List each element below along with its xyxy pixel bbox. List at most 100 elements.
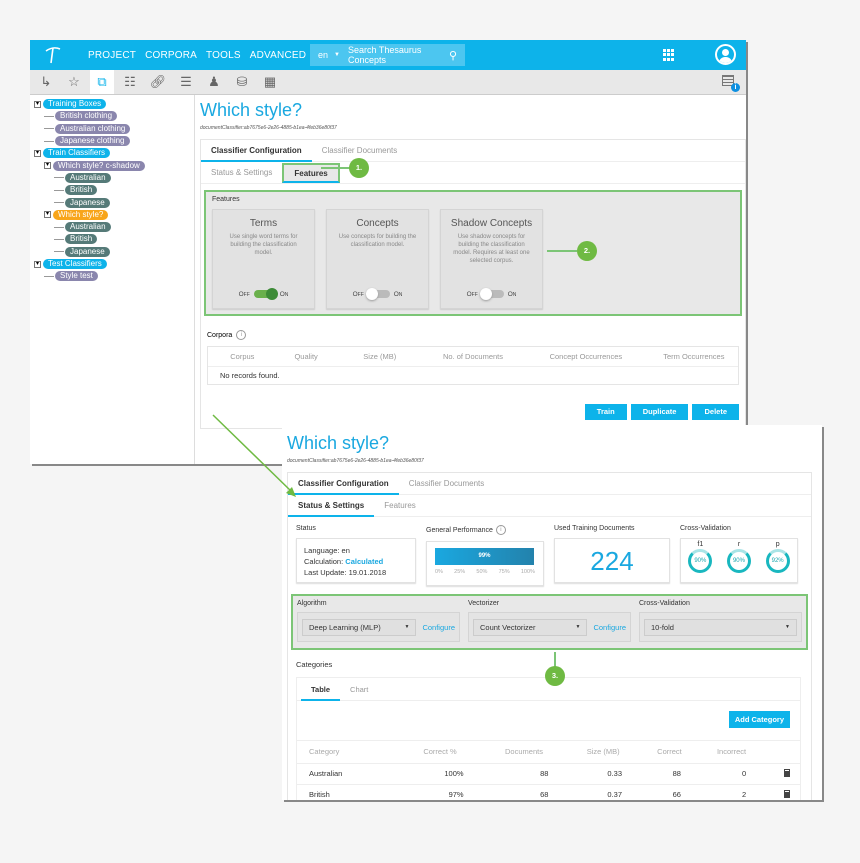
search-input[interactable]: Search Thesaurus Concepts	[348, 45, 449, 65]
tree-node[interactable]: British	[34, 233, 194, 245]
tree-node-label[interactable]: Japanese	[65, 197, 110, 208]
search-icon[interactable]: ⚲	[449, 49, 457, 62]
subtab-status-settings[interactable]: Status & Settings	[288, 495, 375, 517]
column-header[interactable]: Concept Occurrences	[522, 352, 650, 361]
configure-vectorizer-link[interactable]: Configure	[593, 623, 626, 632]
nav-advanced[interactable]: ADVANCED	[250, 50, 306, 61]
user-avatar-icon[interactable]	[715, 44, 736, 65]
column-header[interactable]: Correct %	[398, 741, 482, 764]
trash-icon[interactable]	[784, 768, 790, 777]
subtab-features[interactable]: Features	[374, 495, 426, 517]
trash-icon[interactable]	[784, 789, 790, 798]
tree-node-label[interactable]: Japanese clothing	[55, 136, 130, 147]
vectorizer-select[interactable]: Count Vectorizer ▼	[473, 618, 588, 636]
tree-node-label[interactable]: Which style?	[53, 209, 109, 220]
tab-classifier-configuration[interactable]: Classifier Configuration	[201, 140, 312, 162]
tree-node[interactable]: Australian	[34, 221, 194, 233]
tree-node[interactable]: Japanese	[34, 246, 194, 258]
tree-node[interactable]: Australian clothing	[34, 123, 194, 135]
classifier-icon[interactable]: ⧉	[90, 70, 114, 94]
database-user-icon[interactable]: ▦	[258, 70, 282, 94]
collapse-toggle-icon[interactable]: ▾	[44, 162, 51, 170]
algorithm-select[interactable]: Deep Learning (MLP) ▼	[302, 618, 417, 636]
tree-node-label[interactable]: British clothing	[55, 111, 118, 122]
tab-table[interactable]: Table	[301, 678, 341, 701]
column-header[interactable]: Documents	[481, 741, 567, 764]
app-logo[interactable]	[38, 46, 68, 64]
table-row[interactable]: British 97% 68 0.37 66 2	[297, 784, 800, 800]
add-category-button[interactable]: Add Category	[728, 711, 790, 728]
collapse-toggle-icon[interactable]: ▾	[34, 149, 41, 157]
feature-toggle[interactable]	[253, 288, 278, 300]
nav-tools[interactable]: TOOLS	[206, 50, 241, 61]
tree-node[interactable]: British clothing	[34, 110, 194, 122]
feature-toggle[interactable]	[479, 288, 504, 300]
column-header[interactable]: Corpus	[208, 352, 277, 361]
feature-toggle[interactable]	[365, 288, 390, 300]
duplicate-button[interactable]: Duplicate	[630, 404, 689, 420]
column-header[interactable]: Term Occurrences	[650, 352, 738, 361]
performance-tick: 25%	[454, 569, 466, 575]
column-header[interactable]: Quality	[277, 352, 336, 361]
tree-node-label[interactable]: Train Classifiers	[43, 148, 111, 159]
hierarchy-icon[interactable]: ↳	[34, 70, 58, 94]
table-row[interactable]: Australian 100% 88 0.33 88 0	[297, 763, 800, 785]
org-chart-icon[interactable]: ☷	[118, 70, 142, 94]
info-icon[interactable]: i	[236, 330, 247, 340]
tree-node-label[interactable]: British	[65, 185, 98, 196]
tab-chart[interactable]: Chart	[340, 678, 378, 701]
tree-node[interactable]: ▾ Which style?	[34, 209, 194, 221]
language-select[interactable]: en	[318, 50, 328, 60]
tab-classifier-documents[interactable]: Classifier Documents	[399, 473, 495, 495]
tree-node-label[interactable]: Australian clothing	[55, 123, 131, 134]
collapse-toggle-icon[interactable]: ▾	[34, 100, 41, 108]
column-header[interactable]: Size (MB)	[566, 741, 641, 764]
tab-classifier-configuration[interactable]: Classifier Configuration	[288, 473, 399, 495]
tree-node[interactable]: ▾ Test Classifiers	[34, 258, 194, 270]
subtab-status-settings[interactable]: Status & Settings	[201, 162, 282, 184]
thesaurus-search[interactable]: en ▼ Search Thesaurus Concepts ⚲	[310, 44, 465, 66]
info-icon[interactable]: i	[495, 525, 506, 535]
subtab-features[interactable]: Features	[282, 162, 340, 183]
performance-label: General Performance	[426, 526, 493, 534]
column-header[interactable]: Size (MB)	[336, 352, 424, 361]
database-icon[interactable]: ⛁	[230, 70, 254, 94]
user-settings-icon[interactable]: ♟	[202, 70, 226, 94]
tree-node[interactable]: Australian	[34, 172, 194, 184]
tree-node-label[interactable]: Which style? c-shadow	[53, 160, 145, 171]
nav-project[interactable]: PROJECT	[88, 50, 136, 61]
column-header[interactable]: No. of Documents	[424, 352, 522, 361]
tree-node[interactable]: ▾ Train Classifiers	[34, 147, 194, 159]
tree-node[interactable]: ▾ Training Boxes	[34, 98, 194, 110]
collapse-toggle-icon[interactable]: ▾	[44, 211, 51, 219]
column-header[interactable]: Incorrect	[698, 741, 765, 764]
apps-grid-icon[interactable]	[663, 49, 675, 61]
tree-node-label[interactable]: Australian	[65, 222, 111, 233]
tree-node-label[interactable]: Australian	[65, 172, 111, 183]
starred-document-icon[interactable]: ☆	[62, 70, 86, 94]
tree-node-label[interactable]: Japanese	[65, 246, 110, 257]
tree-node-label[interactable]: Training Boxes	[43, 99, 107, 110]
train-button[interactable]: Train	[584, 404, 627, 420]
info-panel-icon[interactable]: i	[722, 75, 740, 92]
tree-node[interactable]: ▾ Which style? c-shadow	[34, 159, 194, 171]
categories-table: Category Correct % Documents Size (MB) Corre…	[297, 741, 800, 800]
tree-node-label[interactable]: British	[65, 234, 98, 245]
collapse-toggle-icon[interactable]: ▾	[34, 260, 41, 268]
nav-corpora[interactable]: CORPORA	[145, 50, 197, 61]
column-header[interactable]: Correct	[640, 741, 699, 764]
list-icon[interactable]: ☰	[174, 70, 198, 94]
column-header[interactable]: Category	[297, 741, 399, 764]
link-icon[interactable]: 🔗︎	[146, 70, 170, 94]
tree-connector	[44, 115, 54, 117]
tree-node-label[interactable]: Test Classifiers	[43, 259, 107, 269]
tree-node[interactable]: Japanese clothing	[34, 135, 194, 147]
cross-validation-select[interactable]: 10-fold ▼	[644, 618, 797, 636]
tree-node[interactable]: Style test	[34, 270, 194, 282]
delete-button[interactable]: Delete	[692, 404, 739, 420]
tree-node[interactable]: Japanese	[34, 196, 194, 208]
configure-algorithm-link[interactable]: Configure	[422, 623, 455, 632]
tree-node[interactable]: British	[34, 184, 194, 196]
status-settings-screenshot-window: Which style? documentClassifier:ab7675e6…	[282, 425, 822, 800]
tree-node-label[interactable]: Style test	[55, 271, 98, 282]
